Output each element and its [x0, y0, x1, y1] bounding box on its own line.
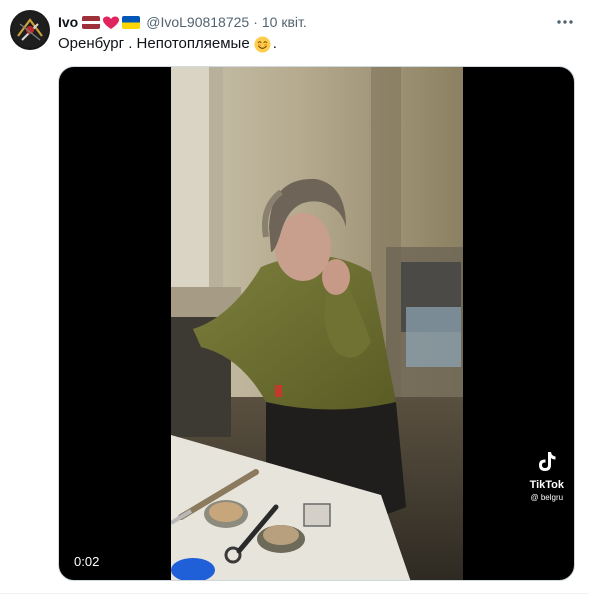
video-still: [171, 67, 463, 580]
author-name[interactable]: Ivo: [58, 14, 78, 30]
separator-dot: ·: [253, 14, 258, 30]
tiktok-watermark: TikTok @ belgru: [530, 451, 564, 502]
avatar[interactable]: [10, 10, 50, 50]
avatar-image: [12, 12, 48, 48]
tweet-header: Ivo @IvoL90818725 · 10 квіт.: [58, 12, 307, 32]
tweet-text-body: Оренбург . Непотопляемые: [58, 35, 250, 52]
video-timestamp: 0:02: [69, 552, 105, 571]
video-player[interactable]: TikTok @ belgru 0:02: [58, 66, 575, 581]
video-frame: [171, 67, 463, 580]
tiktok-logo-icon: [538, 452, 556, 471]
smiling-face-emoji-icon: [254, 35, 271, 53]
tweet-card[interactable]: Ivo @IvoL90818725 · 10 квіт. Оренбург . …: [0, 0, 589, 594]
red-heart-icon: [102, 16, 120, 29]
tweet-date[interactable]: 10 квіт.: [262, 14, 307, 30]
tweet-text: Оренбург . Непотопляемые .: [58, 34, 277, 54]
author-handle[interactable]: @IvoL90818725: [146, 14, 249, 30]
more-options-button[interactable]: [555, 12, 575, 32]
tweet-text-trailing: .: [272, 35, 277, 52]
latvia-flag-icon: [82, 15, 101, 29]
tiktok-title: TikTok: [529, 479, 564, 491]
more-horizontal-icon: [557, 20, 573, 24]
ukraine-flag-icon: [122, 15, 141, 29]
tiktok-user: @ belgru: [530, 493, 564, 502]
